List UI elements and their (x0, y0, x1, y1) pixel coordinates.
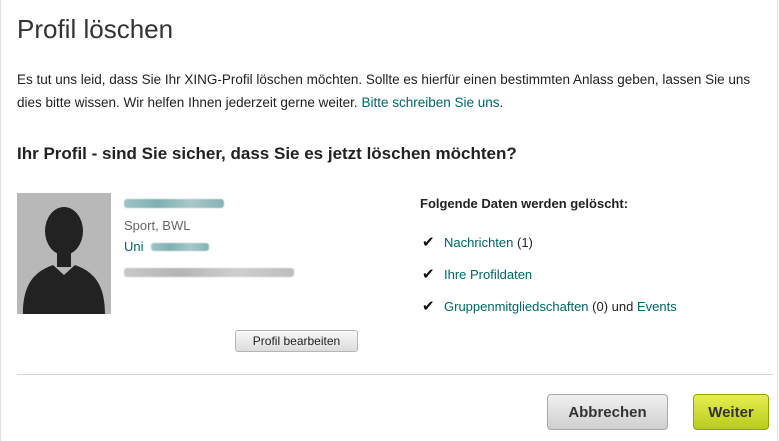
contact-us-link[interactable]: Bitte schreiben Sie uns (361, 95, 499, 110)
events-link[interactable]: Events (637, 299, 677, 314)
group-memberships-link[interactable]: Gruppenmitgliedschaften (444, 299, 589, 314)
avatar (17, 193, 111, 314)
messages-count: (1) (513, 234, 533, 250)
confirm-question: Ihr Profil - sind Sie sicher, dass Sie e… (17, 144, 517, 163)
uni-prefix: Uni (124, 239, 144, 254)
edit-profile-button[interactable]: Profil bearbeiten (235, 330, 358, 352)
cancel-button[interactable]: Abbrechen (547, 394, 668, 430)
profile-university[interactable]: Uni (124, 239, 210, 254)
continue-button[interactable]: Weiter (693, 394, 769, 430)
deletion-item-messages: ✔ Nachrichten (1) (422, 233, 533, 251)
group-count: (0) und (588, 298, 637, 314)
checkmark-icon: ✔ (422, 266, 435, 283)
uni-name-blurred (151, 243, 210, 251)
profile-field: Sport, BWL (124, 218, 191, 233)
deletion-item-profile-data: ✔ Ihre Profildaten (422, 265, 532, 283)
profile-email-blurred (124, 264, 294, 277)
checkmark-icon: ✔ (422, 298, 435, 315)
page-title: Profil löschen (17, 14, 174, 44)
avatar-silhouette-icon (17, 193, 111, 314)
profile-name-blurred[interactable] (124, 195, 224, 208)
deletion-title: Folgende Daten werden gelöscht: (420, 196, 629, 211)
profile-data-link[interactable]: Ihre Profildaten (444, 267, 532, 282)
intro-end: . (499, 95, 504, 110)
checkmark-icon: ✔ (422, 234, 435, 251)
divider (17, 374, 773, 375)
deletion-item-groups: ✔ Gruppenmitgliedschaften (0) und Events (422, 297, 677, 315)
intro-text: Es tut uns leid, dass Sie Ihr XING-Profi… (17, 68, 767, 114)
messages-link[interactable]: Nachrichten (444, 235, 513, 250)
